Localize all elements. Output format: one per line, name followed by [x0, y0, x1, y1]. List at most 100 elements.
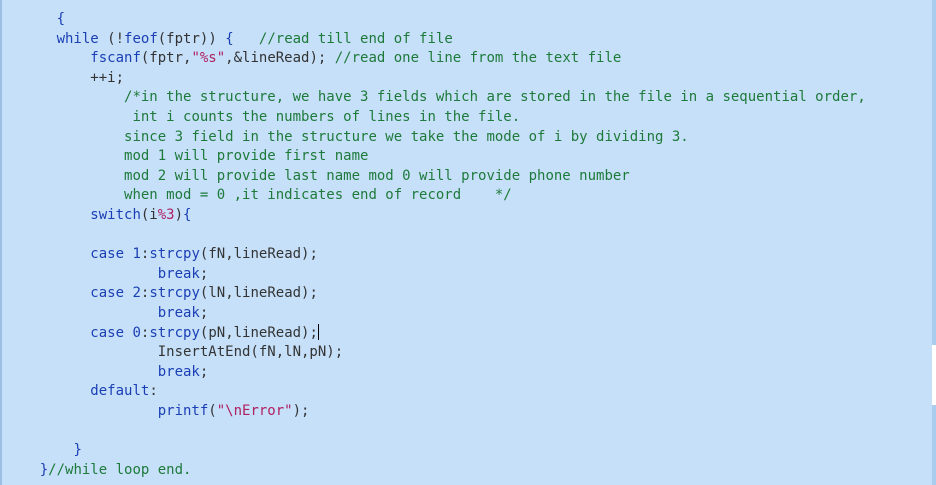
code-line[interactable]: ++i;: [6, 69, 866, 89]
code-token-brace: }: [73, 442, 82, 459]
code-token-cmt: when mod = 0 ,it indicates end of record…: [124, 187, 512, 204]
scrollbar-thumb[interactable]: [932, 345, 936, 405]
code-token-kw: case: [90, 324, 133, 341]
code-line[interactable]: default:: [6, 382, 866, 402]
code-token-num: 2: [132, 285, 141, 302]
code-line[interactable]: InsertAtEnd(fN,lN,pN);: [6, 343, 866, 363]
code-token-op: InsertAtEnd(fN,lN,pN);: [157, 344, 344, 361]
code-token-kw: case: [90, 285, 133, 302]
code-token-cmt: //read till end of file: [233, 30, 453, 47]
code-line[interactable]: mod 1 will provide first name: [6, 147, 866, 167]
code-token-op: ;: [199, 265, 209, 282]
code-token-kw: break: [157, 363, 200, 380]
code-token-cmt: //read one line from the text file: [334, 50, 622, 67]
code-token-brace: }: [39, 461, 49, 478]
code-token-cmt: since 3 field in the structure we take t…: [124, 128, 689, 145]
code-line[interactable]: {: [6, 10, 866, 30]
code-line[interactable]: case 2:strcpy(lN,lineRead);: [6, 284, 866, 304]
code-token-op: (fptr)): [157, 30, 226, 47]
editor-gutter: [0, 0, 2, 485]
code-token-cmt: int i counts the numbers of lines in the…: [132, 108, 521, 125]
code-token-kw: break: [157, 304, 200, 321]
code-token-cmt: //while loop end.: [48, 461, 192, 478]
code-line[interactable]: fscanf(fptr,"%s",&lineRead); //read one …: [6, 49, 866, 69]
code-line[interactable]: }//while loop end.: [6, 461, 866, 481]
code-line[interactable]: when mod = 0 ,it indicates end of record…: [6, 186, 866, 206]
code-line[interactable]: int i counts the numbers of lines in the…: [6, 108, 866, 128]
code-token-op: );: [292, 402, 310, 419]
code-token-str: "%s": [191, 50, 226, 67]
code-line[interactable]: /*in the structure, we have 3 fields whi…: [6, 88, 866, 108]
code-token-op: ++i;: [90, 69, 125, 86]
code-token-kw: while: [56, 30, 99, 47]
code-token-kw: switch: [90, 206, 141, 223]
code-line[interactable]: case 0:strcpy(pN,lineRead);: [6, 323, 866, 344]
code-line[interactable]: [6, 421, 866, 441]
code-token-cmt: mod 2 will provide last name mod 0 will …: [124, 167, 630, 184]
code-line[interactable]: printf("\nError");: [6, 402, 866, 422]
code-token-op: (fptr,: [140, 50, 192, 67]
code-line[interactable]: break;: [6, 363, 866, 383]
code-token-cmt: mod 1 will provide first name: [124, 148, 369, 165]
text-cursor: [317, 323, 319, 340]
code-token-op: (: [208, 402, 217, 419]
code-line[interactable]: mod 2 will provide last name mod 0 will …: [6, 167, 866, 187]
code-token-cmt: /*in the structure, we have 3 fields whi…: [124, 89, 866, 106]
code-line[interactable]: switch(i%3){: [6, 206, 866, 226]
code-line[interactable]: since 3 field in the structure we take t…: [6, 128, 866, 148]
code-line[interactable]: while (!feof(fptr)) { //read till end of…: [6, 30, 866, 50]
code-token-str: %3: [157, 206, 175, 223]
code-token-fn: feof: [124, 30, 158, 47]
code-token-kw: break: [157, 265, 200, 282]
code-line[interactable]: break;: [6, 265, 866, 285]
code-token-kw: case: [90, 246, 133, 263]
code-token-kw: default: [90, 383, 150, 400]
code-token-brace: {: [56, 11, 66, 27]
code-token-str: "\nError": [216, 402, 293, 419]
code-token-fn: strcpy: [149, 285, 200, 302]
code-token-fn: strcpy: [149, 246, 200, 263]
code-line[interactable]: [6, 226, 866, 246]
code-token-op: (!: [98, 30, 125, 47]
code-line[interactable]: break;: [6, 304, 866, 324]
vertical-scrollbar[interactable]: [932, 0, 936, 485]
code-text-area[interactable]: { while (!feof(fptr)) { //read till end …: [6, 10, 866, 480]
code-token-fn: printf: [157, 402, 209, 419]
code-token-fn: strcpy: [149, 324, 200, 341]
code-token-fn: fscanf: [90, 50, 141, 67]
code-token-op: (i: [140, 206, 158, 223]
code-token-num: 1: [132, 246, 141, 263]
code-token-op: :: [149, 383, 158, 400]
code-editor[interactable]: { while (!feof(fptr)) { //read till end …: [0, 0, 936, 485]
code-token-op: ,&lineRead);: [225, 50, 335, 67]
code-line[interactable]: }: [6, 441, 866, 461]
code-token-brace: {: [183, 206, 192, 223]
code-token-op: (fN,lineRead);: [199, 246, 318, 263]
code-line[interactable]: case 1:strcpy(fN,lineRead);: [6, 245, 866, 265]
code-token-num: 0: [132, 324, 141, 341]
code-token-op: (pN,lineRead);: [199, 324, 318, 341]
code-token-op: (lN,lineRead);: [199, 285, 318, 302]
